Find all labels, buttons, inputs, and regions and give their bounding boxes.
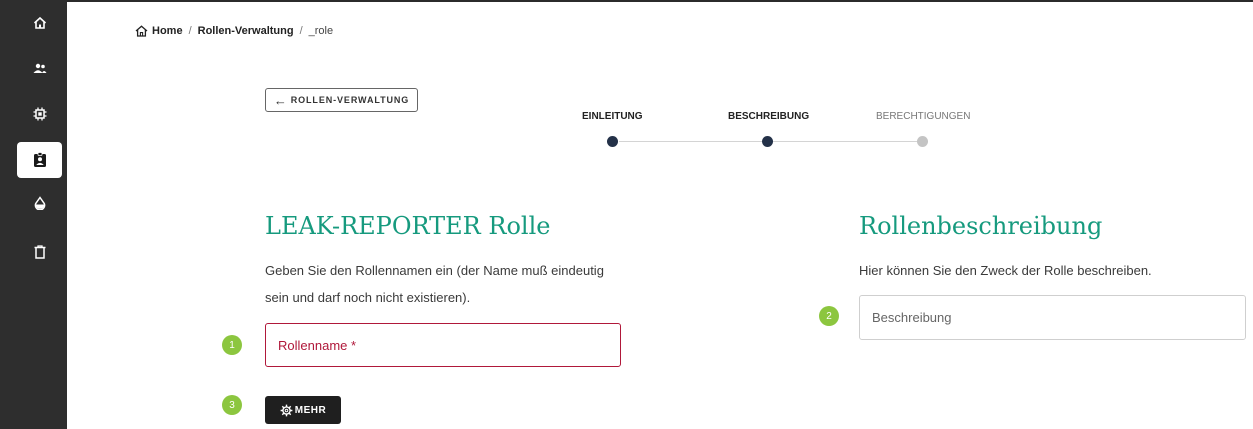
home-outline-icon[interactable] bbox=[135, 25, 148, 37]
step-connector bbox=[767, 141, 917, 142]
role-description-title: Rollenbeschreibung bbox=[859, 212, 1103, 240]
breadcrumb-separator: / bbox=[188, 25, 192, 37]
trash-icon bbox=[34, 245, 45, 259]
drop-icon bbox=[34, 196, 45, 210]
breadcrumb-current: _role bbox=[308, 25, 334, 37]
role-name-description: Geben Sie den Rollennamen ein (der Name … bbox=[265, 257, 604, 311]
more-button-label: MEHR bbox=[294, 404, 327, 416]
role-name-input[interactable] bbox=[278, 337, 620, 353]
more-button[interactable]: MEHR bbox=[265, 396, 341, 424]
top-border bbox=[0, 0, 1253, 2]
role-name-description-line2: sein und darf noch nicht existieren). bbox=[265, 290, 471, 305]
step-badge-3: 3 bbox=[222, 395, 242, 415]
chip-icon bbox=[33, 107, 46, 121]
step-label-intro[interactable]: EINLEITUNG bbox=[582, 111, 643, 122]
step-dot-description[interactable] bbox=[762, 136, 773, 147]
back-button-label: ROLLEN-VERWALTUNG bbox=[290, 95, 410, 105]
role-description-hint: Hier können Sie den Zweck der Rolle besc… bbox=[859, 263, 1152, 278]
role-title: LEAK-REPORTER Rolle bbox=[265, 212, 551, 240]
breadcrumb-separator: / bbox=[299, 25, 303, 37]
gear-icon bbox=[280, 404, 293, 416]
sidebar-item-users[interactable] bbox=[17, 51, 62, 87]
role-name-field[interactable] bbox=[265, 323, 621, 367]
id-badge-icon bbox=[33, 152, 46, 167]
sidebar-item-roles[interactable] bbox=[17, 142, 62, 178]
role-name-description-line1: Geben Sie den Rollennamen ein (der Name … bbox=[265, 263, 604, 278]
step-connector bbox=[619, 141, 764, 142]
sidebar bbox=[0, 0, 67, 429]
arrow-left-icon: ← bbox=[273, 92, 288, 108]
home-icon bbox=[33, 16, 46, 29]
step-label-permissions[interactable]: BERECHTIGUNGEN bbox=[876, 111, 970, 122]
back-to-roles-button[interactable]: ← ROLLEN-VERWALTUNG bbox=[265, 88, 418, 112]
sidebar-item-trash[interactable] bbox=[17, 234, 62, 270]
breadcrumb-roles[interactable]: Rollen-Verwaltung bbox=[198, 25, 294, 37]
sidebar-item-home[interactable] bbox=[17, 5, 62, 41]
sidebar-item-chip[interactable] bbox=[17, 96, 62, 132]
breadcrumb: Home / Rollen-Verwaltung / _role bbox=[135, 25, 333, 37]
step-dot-intro[interactable] bbox=[607, 136, 618, 147]
step-label-description[interactable]: BESCHREIBUNG bbox=[728, 111, 809, 122]
breadcrumb-home[interactable]: Home bbox=[152, 25, 183, 37]
role-description-input[interactable] bbox=[872, 310, 1245, 325]
step-badge-2: 2 bbox=[819, 306, 839, 326]
users-icon bbox=[33, 63, 46, 73]
step-badge-1: 1 bbox=[222, 335, 242, 355]
step-dot-permissions[interactable] bbox=[917, 136, 928, 147]
role-description-field[interactable] bbox=[859, 295, 1246, 340]
sidebar-item-drop[interactable] bbox=[17, 185, 62, 221]
